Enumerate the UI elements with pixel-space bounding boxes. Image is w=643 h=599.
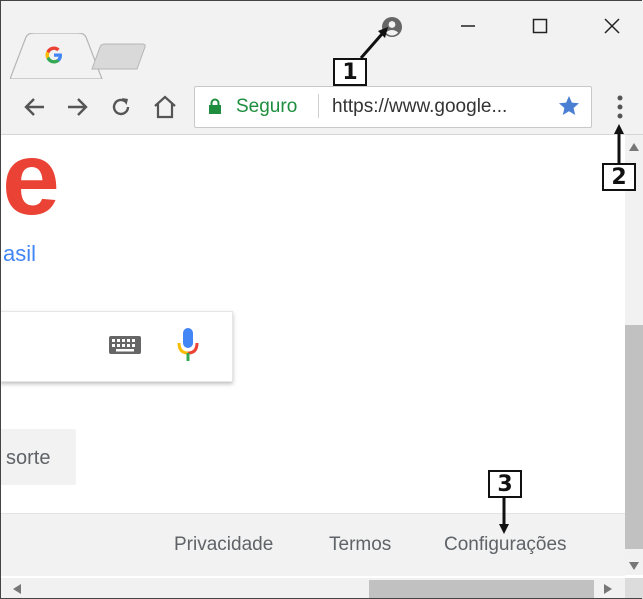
footer-link-terms[interactable]: Termos bbox=[329, 534, 391, 556]
callout-1: 1 bbox=[333, 58, 367, 86]
horizontal-scroll-thumb[interactable] bbox=[369, 580, 594, 599]
url-text[interactable]: https://www.google... bbox=[332, 96, 507, 118]
scrollbar-corner bbox=[625, 578, 643, 599]
forward-arrow-icon bbox=[68, 98, 88, 116]
minimize-icon bbox=[461, 25, 475, 27]
close-icon bbox=[604, 18, 620, 34]
home-icon bbox=[154, 95, 176, 119]
back-button[interactable] bbox=[20, 92, 50, 122]
lock-icon bbox=[209, 98, 221, 114]
omnibox-divider bbox=[318, 94, 319, 118]
scroll-right-icon[interactable] bbox=[604, 584, 612, 594]
feeling-lucky-label: sorte bbox=[6, 447, 51, 469]
three-dot-menu-icon[interactable] bbox=[613, 94, 627, 120]
google-logo-fragment: e bbox=[2, 121, 60, 237]
profile-icon[interactable] bbox=[381, 16, 403, 38]
scroll-down-icon[interactable] bbox=[629, 562, 639, 570]
region-label: asil bbox=[3, 241, 37, 266]
footer-link-settings[interactable]: Configurações bbox=[444, 534, 567, 556]
home-button[interactable] bbox=[150, 92, 180, 122]
maximize-button[interactable] bbox=[520, 10, 560, 42]
callout-2: 2 bbox=[602, 163, 636, 191]
maximize-icon bbox=[532, 18, 548, 34]
new-tab-button[interactable] bbox=[90, 43, 148, 71]
reload-button[interactable] bbox=[106, 92, 136, 122]
reload-icon bbox=[112, 98, 130, 116]
scroll-left-icon[interactable] bbox=[13, 584, 21, 594]
google-favicon-icon bbox=[45, 46, 62, 64]
secure-label: Seguro bbox=[236, 96, 298, 117]
forward-button[interactable] bbox=[62, 92, 92, 122]
minimize-button[interactable] bbox=[448, 10, 488, 42]
back-arrow-icon bbox=[24, 98, 44, 116]
close-window-button[interactable] bbox=[592, 10, 632, 42]
vertical-scroll-thumb[interactable] bbox=[625, 325, 643, 549]
microphone-icon[interactable] bbox=[176, 327, 200, 363]
footer-link-privacy[interactable]: Privacidade bbox=[174, 534, 273, 556]
scroll-up-icon[interactable] bbox=[629, 143, 639, 151]
keyboard-icon[interactable] bbox=[109, 336, 141, 354]
callout-3: 3 bbox=[488, 470, 522, 498]
star-icon[interactable] bbox=[557, 94, 581, 118]
